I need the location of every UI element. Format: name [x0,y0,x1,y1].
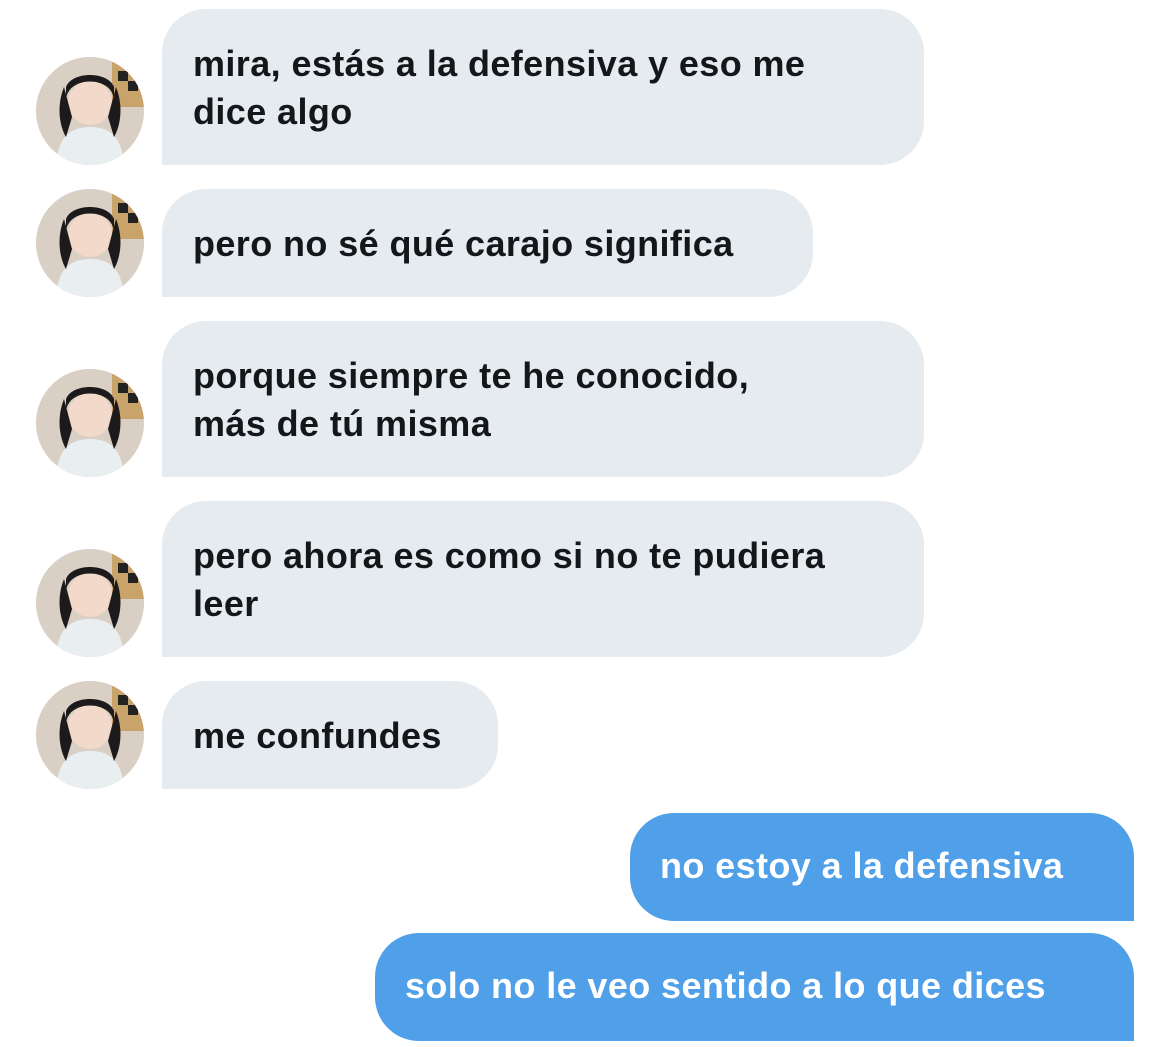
contact-avatar[interactable] [36,549,144,657]
avatar-photo-icon [36,57,144,165]
incoming-message-bubble[interactable]: pero ahora es como si no te pudiera leer [162,501,924,657]
chat-thread: mira, estás a la defensiva y eso me dice… [0,0,1170,1047]
incoming-message-bubble[interactable]: porque siempre te he conocido, más de tú… [162,321,924,477]
outgoing-message-bubble[interactable]: no estoy a la defensiva [630,813,1134,921]
avatar-photo-icon [36,549,144,657]
contact-avatar[interactable] [36,681,144,789]
incoming-message-bubble[interactable]: mira, estás a la defensiva y eso me dice… [162,9,924,165]
incoming-message-bubble[interactable]: pero no sé qué carajo significa [162,189,813,297]
contact-avatar[interactable] [36,369,144,477]
contact-avatar[interactable] [36,57,144,165]
incoming-message-bubble[interactable]: me confundes [162,681,498,789]
avatar-photo-icon [36,681,144,789]
avatar-photo-icon [36,189,144,297]
contact-avatar[interactable] [36,189,144,297]
outgoing-message-bubble[interactable]: solo no le veo sentido a lo que dices [375,933,1134,1041]
avatar-photo-icon [36,369,144,477]
